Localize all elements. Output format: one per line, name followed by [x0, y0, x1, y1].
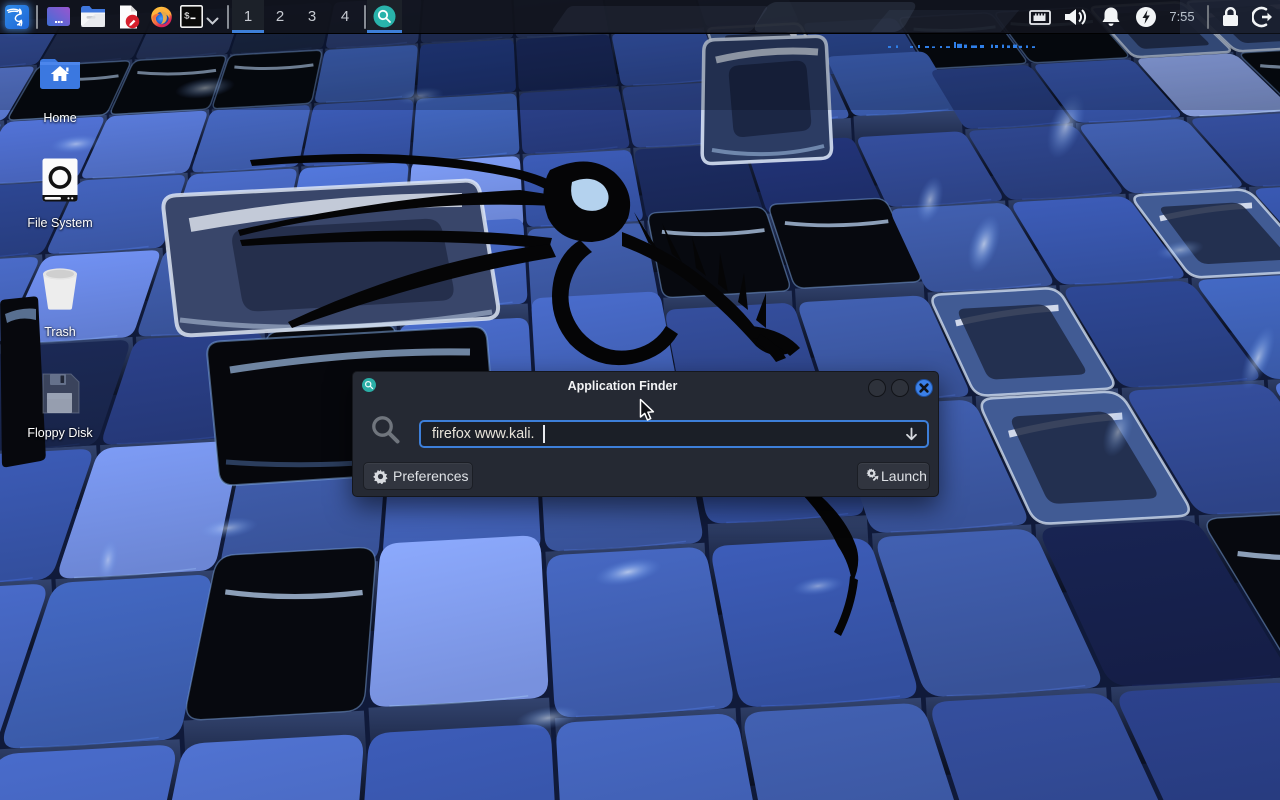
svg-text:$: $ [184, 11, 190, 22]
